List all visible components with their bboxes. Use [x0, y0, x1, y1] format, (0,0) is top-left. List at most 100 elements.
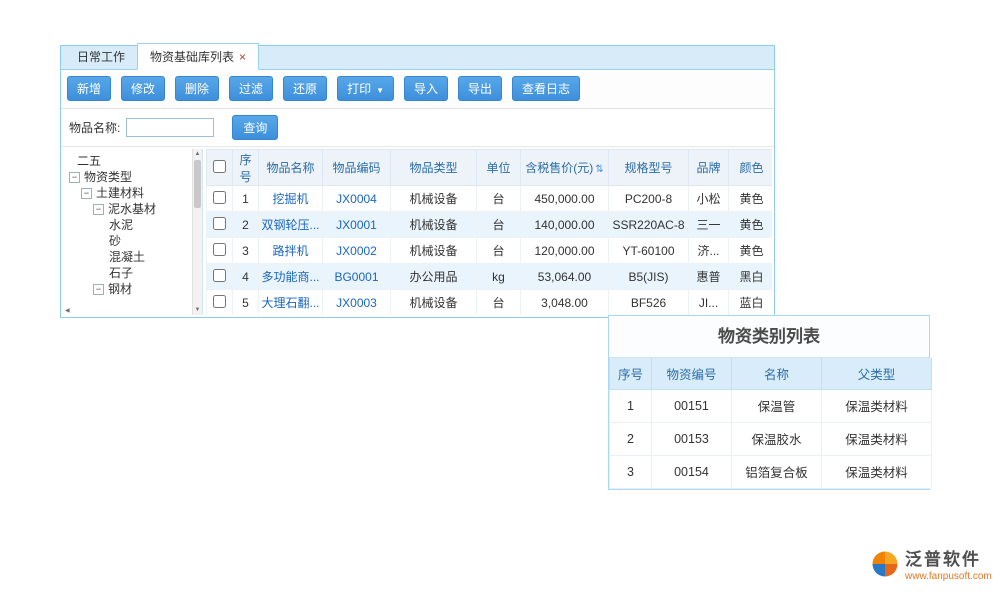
item-code-link[interactable]: JX0003	[336, 296, 377, 310]
close-tab-icon[interactable]: ×	[239, 50, 246, 64]
cell-item-type: 机械设备	[391, 186, 477, 212]
item-code-link[interactable]: JX0002	[336, 244, 377, 258]
scrollbar-thumb[interactable]	[194, 160, 201, 208]
tree-item-label: 石子	[109, 265, 133, 281]
query-button[interactable]: 查询	[232, 115, 278, 140]
cell-price: 120,000.00	[521, 238, 609, 264]
tree-item-label: 泥水基材	[108, 201, 156, 217]
tree-item[interactable]: 二五	[63, 153, 202, 169]
vendor-url-link[interactable]: www.fanpusoft.com	[905, 571, 992, 582]
item-code-link[interactable]: JX0001	[336, 218, 377, 232]
table-row[interactable]: 2 00153 保温胶水 保温类材料	[610, 422, 932, 455]
item-name-link[interactable]: 多功能商...	[261, 270, 319, 284]
export-button[interactable]: 导出	[458, 76, 502, 101]
scroll-left-icon[interactable]: ◀	[65, 307, 70, 314]
tree-item[interactable]: − 泥水基材	[63, 201, 202, 217]
cell-color: 黑白	[729, 264, 773, 290]
item-name-link[interactable]: 双钢轮压...	[261, 218, 319, 232]
item-name-link[interactable]: 路拌机	[272, 244, 308, 258]
add-button[interactable]: 新增	[67, 76, 111, 101]
tree-item[interactable]: − 钢材	[63, 281, 202, 297]
category-list-title: 物资类别列表	[609, 316, 929, 358]
sort-icon[interactable]: ⇅	[595, 164, 603, 175]
cat-header-code: 物资编号	[652, 358, 732, 389]
table-row[interactable]: 5 大理石翻... JX0003 机械设备 台 3,048.00 BF526 J…	[207, 290, 773, 316]
collapse-icon[interactable]: −	[93, 204, 104, 215]
cell-brand: 小松	[689, 186, 729, 212]
tree-item[interactable]: 水泥	[63, 217, 202, 233]
tree-item[interactable]: 石子	[63, 265, 202, 281]
cell-price: 53,064.00	[521, 264, 609, 290]
cell-item-type: 机械设备	[391, 290, 477, 316]
row-checkbox-cell	[207, 238, 233, 264]
modify-button[interactable]: 修改	[121, 76, 165, 101]
category-list-panel: 物资类别列表 序号 物资编号 名称 父类型 1 00151 保温管 保温类材料 …	[608, 315, 930, 490]
toolbar: 新增 修改 删除 过滤 还原 打印▼ 导入 导出 查看日志	[61, 70, 774, 109]
select-all-checkbox[interactable]	[213, 160, 226, 173]
table-row[interactable]: 4 多功能商... BG0001 办公用品 kg 53,064.00 B5(JI…	[207, 264, 773, 290]
tree-item-label: 二五	[77, 153, 101, 169]
row-checkbox[interactable]	[213, 243, 226, 256]
vendor-logo: 泛普软件 www.fanpusoft.com	[870, 549, 992, 582]
table-row[interactable]: 3 00154 铝箔复合板 保温类材料	[610, 455, 932, 488]
tree-vertical-scrollbar[interactable]: ▲ ▼	[192, 149, 202, 315]
row-checkbox[interactable]	[213, 217, 226, 230]
cell-color: 蓝白	[729, 290, 773, 316]
cell-item-name: 多功能商...	[259, 264, 323, 290]
row-checkbox[interactable]	[213, 269, 226, 282]
table-row[interactable]: 1 挖掘机 JX0004 机械设备 台 450,000.00 PC200-8 小…	[207, 186, 773, 212]
tree-item[interactable]: − 物资类型	[63, 169, 202, 185]
cat-cell-seq: 3	[610, 455, 652, 488]
materials-window: 日常工作 物资基础库列表× 新增 修改 删除 过滤 还原 打印▼ 导入 导出 查…	[60, 45, 775, 318]
print-button-label: 打印	[347, 82, 371, 96]
row-checkbox[interactable]	[213, 191, 226, 204]
cat-cell-code: 00151	[652, 389, 732, 422]
cell-seq: 2	[233, 212, 259, 238]
item-name-link[interactable]: 大理石翻...	[261, 296, 319, 310]
tree-item[interactable]: 砂	[63, 233, 202, 249]
collapse-icon[interactable]: −	[69, 172, 80, 183]
header-color: 颜色	[729, 150, 773, 186]
search-bar: 物品名称: 查询	[61, 109, 774, 147]
window-content: 二五 − 物资类型 − 土建材料 − 泥水基材 水泥 砂 混凝土	[61, 147, 774, 317]
import-button[interactable]: 导入	[404, 76, 448, 101]
header-seq: 序号	[233, 150, 259, 186]
table-row[interactable]: 3 路拌机 JX0002 机械设备 台 120,000.00 YT-60100 …	[207, 238, 773, 264]
tree-item[interactable]: − 土建材料	[63, 185, 202, 201]
tree-item[interactable]: 混凝土	[63, 249, 202, 265]
row-checkbox-cell	[207, 264, 233, 290]
row-checkbox[interactable]	[213, 295, 226, 308]
cell-seq: 3	[233, 238, 259, 264]
item-code-link[interactable]: JX0004	[336, 192, 377, 206]
delete-button[interactable]: 删除	[175, 76, 219, 101]
cell-price: 3,048.00	[521, 290, 609, 316]
cell-brand: 济...	[689, 238, 729, 264]
cell-unit: 台	[477, 212, 521, 238]
item-code-link[interactable]: BG0001	[334, 270, 378, 284]
tab-materials-library-label: 物资基础库列表	[150, 50, 234, 64]
filter-button[interactable]: 过滤	[229, 76, 273, 101]
row-checkbox-cell	[207, 212, 233, 238]
cat-cell-parent: 保温类材料	[822, 455, 932, 488]
item-name-input[interactable]	[126, 118, 214, 137]
collapse-icon[interactable]: −	[81, 188, 92, 199]
tree-item-label: 混凝土	[109, 249, 145, 265]
restore-button[interactable]: 还原	[283, 76, 327, 101]
tab-daily-work[interactable]: 日常工作	[65, 44, 137, 69]
tree-item-label: 土建材料	[96, 185, 144, 201]
scroll-up-icon[interactable]: ▲	[193, 149, 202, 159]
scroll-down-icon[interactable]: ▼	[193, 305, 202, 315]
cell-unit: 台	[477, 290, 521, 316]
collapse-icon[interactable]: −	[93, 284, 104, 295]
item-name-link[interactable]: 挖掘机	[272, 192, 308, 206]
header-spec: 规格型号	[609, 150, 689, 186]
tree-item-label: 砂	[109, 233, 121, 249]
view-log-button[interactable]: 查看日志	[512, 76, 580, 101]
tab-bar: 日常工作 物资基础库列表 ×	[61, 46, 774, 70]
category-tree: 二五 − 物资类型 − 土建材料 − 泥水基材 水泥 砂 混凝土	[63, 149, 203, 315]
cell-color: 黄色	[729, 186, 773, 212]
print-button[interactable]: 打印▼	[337, 76, 394, 101]
table-row[interactable]: 1 00151 保温管 保温类材料	[610, 389, 932, 422]
table-row[interactable]: 2 双钢轮压... JX0001 机械设备 台 140,000.00 SSR22…	[207, 212, 773, 238]
tab-materials-library[interactable]: 物资基础库列表 ×	[137, 43, 259, 70]
